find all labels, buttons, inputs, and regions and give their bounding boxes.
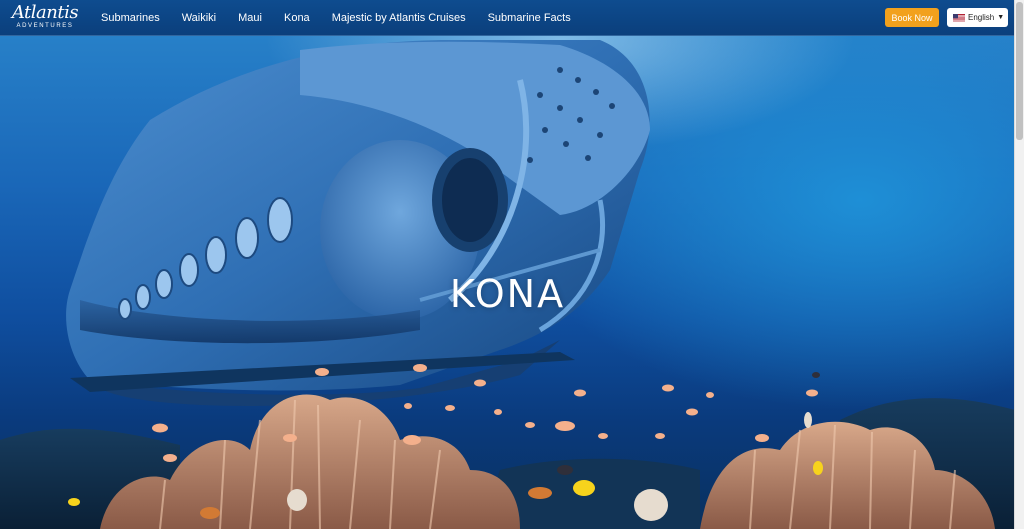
nav-link-waikiki[interactable]: Waikiki bbox=[182, 12, 216, 24]
top-navbar: Atlantis ADVENTURES Submarines Waikiki M… bbox=[0, 0, 1015, 36]
page-scrollbar[interactable] bbox=[1014, 0, 1024, 529]
us-flag-icon bbox=[953, 13, 965, 22]
book-now-button[interactable]: Book Now bbox=[885, 8, 939, 27]
logo-wordmark: Atlantis bbox=[11, 2, 79, 23]
nav-link-kona[interactable]: Kona bbox=[284, 12, 310, 24]
nav-link-majestic-cruises[interactable]: Majestic by Atlantis Cruises bbox=[332, 12, 466, 24]
logo-tagline: ADVENTURES bbox=[16, 23, 74, 29]
nav-link-submarine-facts[interactable]: Submarine Facts bbox=[488, 12, 571, 24]
atlantis-logo[interactable]: Atlantis ADVENTURES bbox=[10, 4, 80, 31]
hero-illustration bbox=[0, 40, 1015, 529]
language-selector[interactable]: English ▼ bbox=[947, 8, 1008, 27]
language-label: English bbox=[968, 13, 995, 22]
caret-down-icon: ▼ bbox=[997, 14, 1005, 21]
hero-image bbox=[0, 0, 1015, 529]
scrollbar-thumb[interactable] bbox=[1016, 2, 1023, 140]
main-nav: Submarines Waikiki Maui Kona Majestic by… bbox=[101, 0, 593, 35]
nav-link-maui[interactable]: Maui bbox=[238, 12, 262, 24]
nav-link-submarines[interactable]: Submarines bbox=[101, 12, 160, 24]
submarine bbox=[66, 40, 650, 406]
hero-title: KONA bbox=[449, 272, 566, 316]
